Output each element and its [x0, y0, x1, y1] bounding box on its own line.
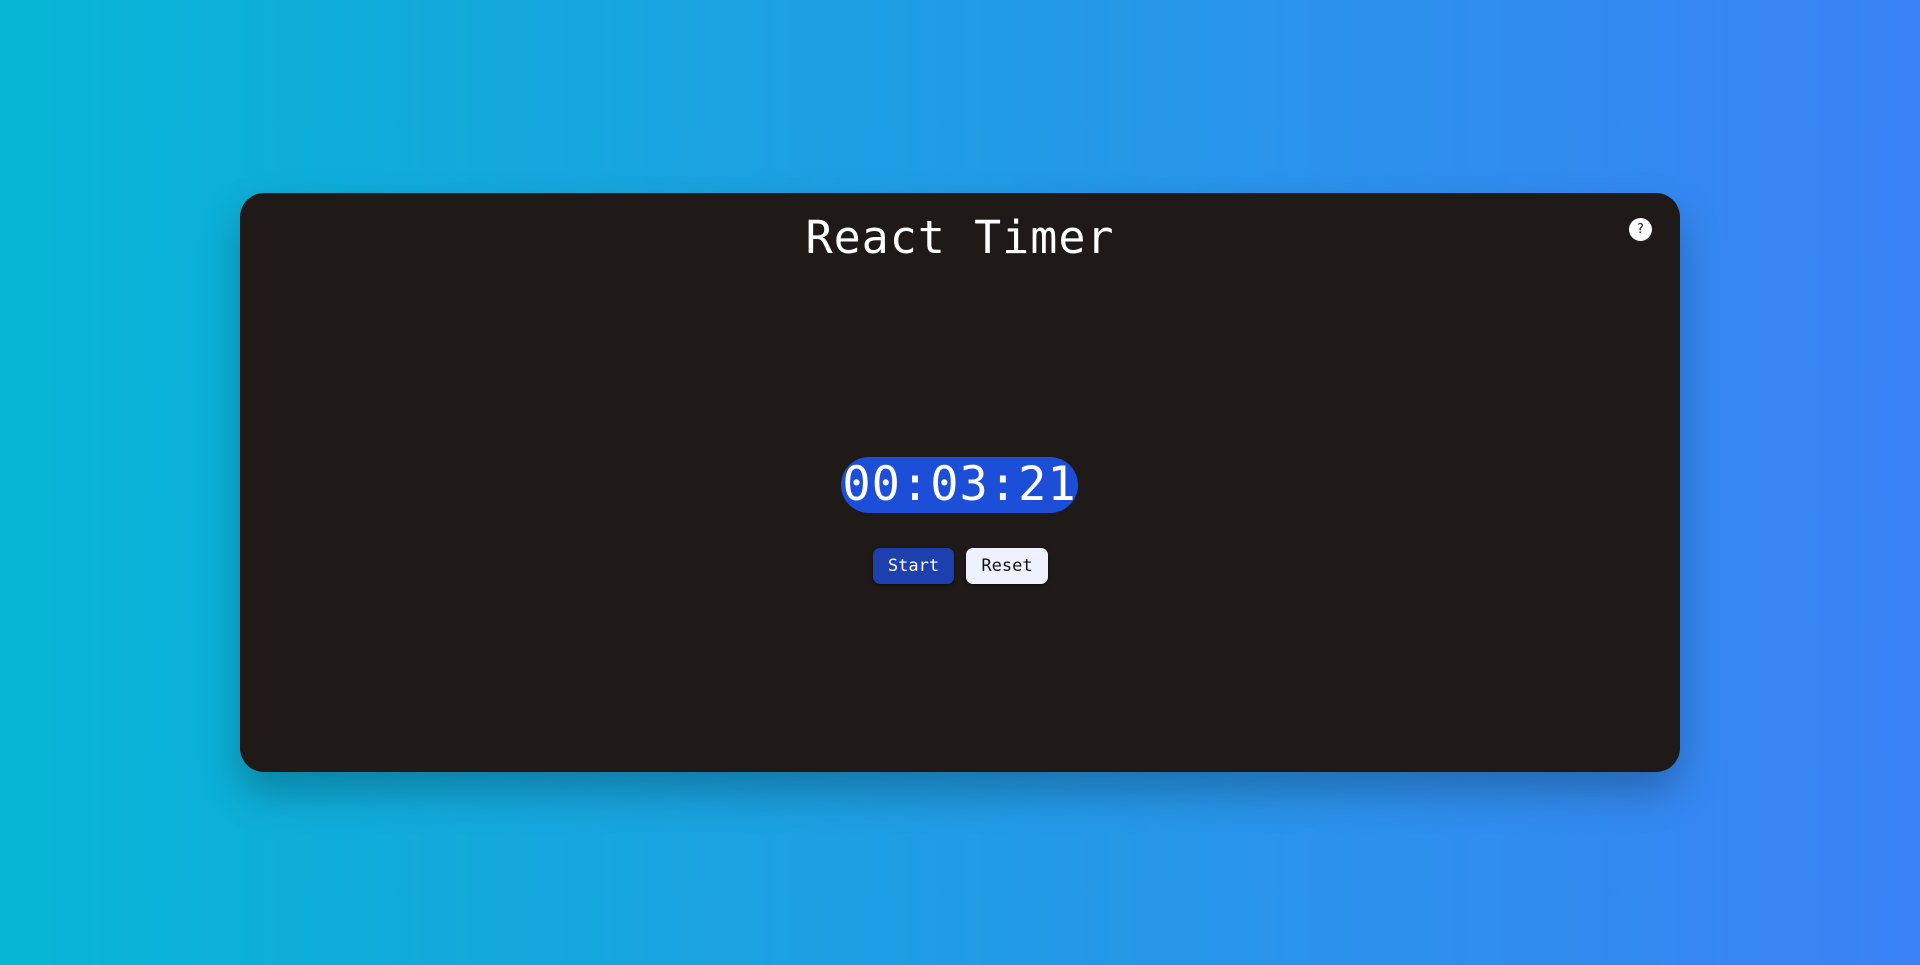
timer-card: React Timer ? 00:03:21 Start Reset — [240, 193, 1680, 772]
start-button[interactable]: Start — [873, 548, 954, 584]
reset-button[interactable]: Reset — [966, 548, 1048, 584]
timer-display: 00:03:21 — [841, 457, 1078, 513]
help-icon[interactable]: ? — [1629, 218, 1652, 241]
app-title: React Timer — [805, 211, 1115, 264]
